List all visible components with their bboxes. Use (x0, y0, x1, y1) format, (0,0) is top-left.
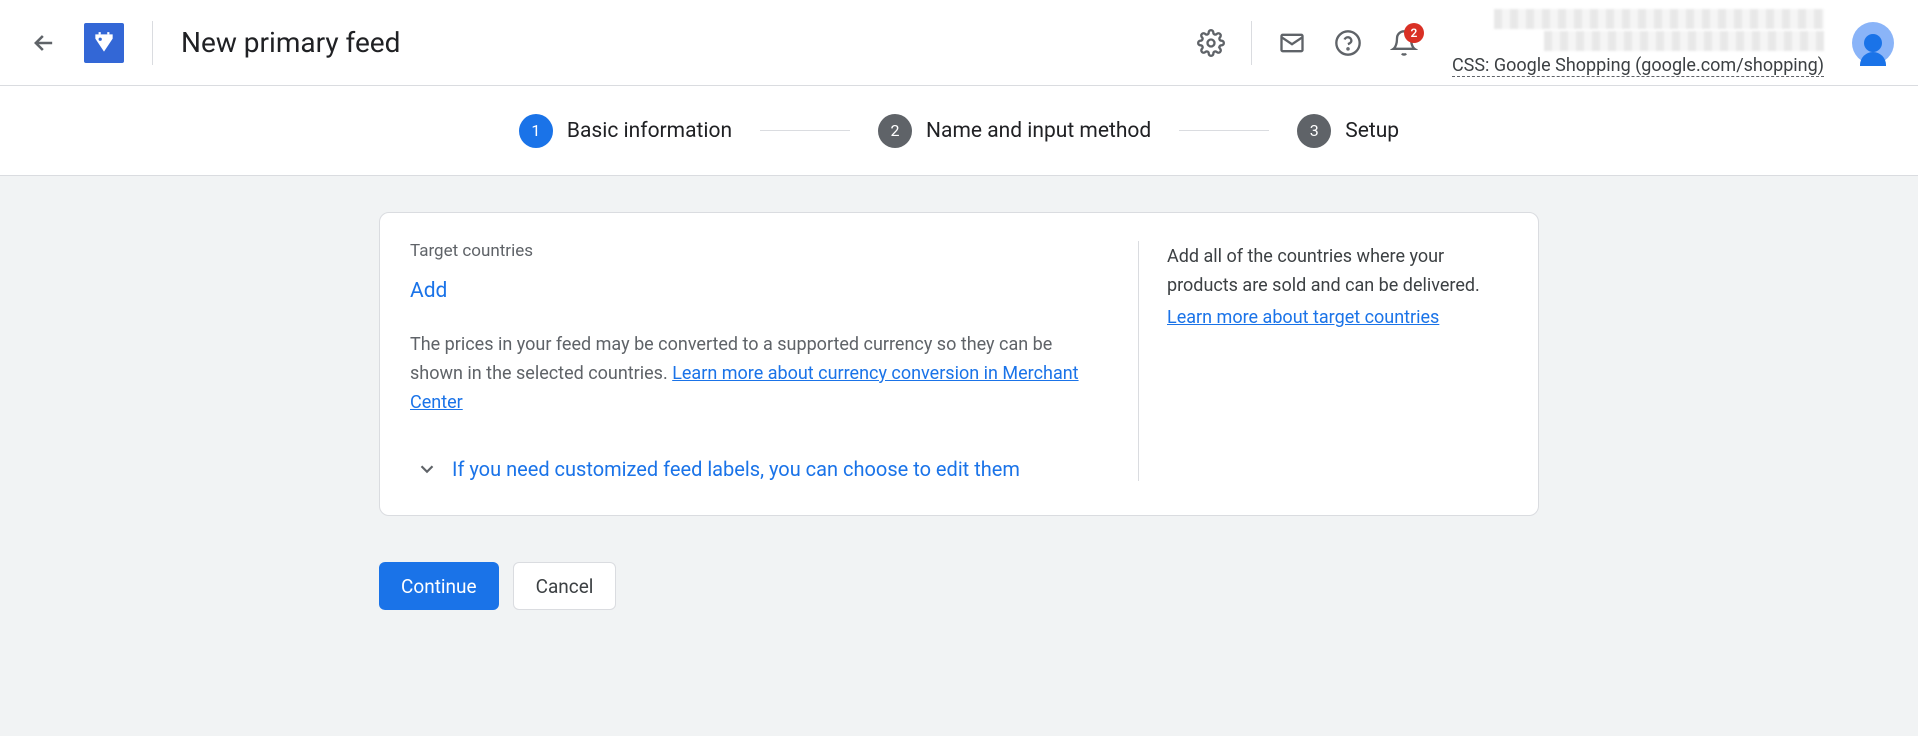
merchant-center-logo (84, 23, 124, 63)
step-connector (1179, 130, 1269, 131)
header-bar: New primary feed 2 CSS: Google Shopping … (0, 0, 1918, 86)
step-number: 1 (519, 114, 553, 148)
card-side-help: Add all of the countries where your prod… (1138, 241, 1508, 481)
arrow-left-icon (30, 29, 58, 57)
notifications-button[interactable]: 2 (1380, 19, 1428, 67)
gear-icon (1197, 29, 1225, 57)
settings-button[interactable] (1187, 19, 1235, 67)
help-icon (1334, 29, 1362, 57)
content-area: Target countries Add The prices in your … (0, 176, 1918, 736)
person-icon (1864, 34, 1882, 52)
feed-labels-expander[interactable]: If you need customized feed labels, you … (416, 457, 1098, 481)
account-avatar[interactable] (1852, 22, 1894, 64)
css-selector[interactable]: CSS: Google Shopping (google.com/shoppin… (1452, 55, 1824, 77)
step-label: Basic information (567, 119, 732, 143)
card-main: Target countries Add The prices in your … (410, 241, 1138, 481)
step-label: Name and input method (926, 119, 1151, 143)
notification-badge: 2 (1404, 23, 1424, 43)
tag-icon (91, 30, 117, 56)
expander-label: If you need customized feed labels, you … (452, 457, 1020, 481)
mail-icon (1278, 29, 1306, 57)
step-connector (760, 130, 850, 131)
page-title: New primary feed (181, 26, 400, 59)
step-number: 3 (1297, 114, 1331, 148)
stepper: 1 Basic information 2 Name and input met… (0, 86, 1918, 176)
header-left: New primary feed (24, 21, 400, 65)
currency-info-text: The prices in your feed may be converted… (410, 331, 1098, 417)
step-number: 2 (878, 114, 912, 148)
redacted-line (1494, 9, 1824, 29)
action-row: Continue Cancel (379, 562, 1539, 610)
divider (1251, 21, 1252, 65)
step-name-and-input[interactable]: 2 Name and input method (878, 114, 1151, 148)
target-countries-learn-more-link[interactable]: Learn more about target countries (1167, 307, 1439, 328)
field-label: Target countries (410, 241, 1098, 261)
chevron-down-icon (416, 458, 438, 480)
side-help-text: Add all of the countries where your prod… (1167, 243, 1508, 301)
redacted-line (1544, 31, 1824, 51)
divider (152, 21, 153, 65)
continue-button[interactable]: Continue (379, 562, 499, 610)
target-countries-card: Target countries Add The prices in your … (379, 212, 1539, 516)
step-basic-information[interactable]: 1 Basic information (519, 114, 732, 148)
header-right: 2 CSS: Google Shopping (google.com/shopp… (1187, 9, 1894, 77)
mail-button[interactable] (1268, 19, 1316, 67)
add-country-link[interactable]: Add (410, 279, 447, 303)
help-button[interactable] (1324, 19, 1372, 67)
account-info[interactable]: CSS: Google Shopping (google.com/shoppin… (1452, 9, 1824, 77)
back-button[interactable] (24, 23, 64, 63)
step-label: Setup (1345, 119, 1399, 143)
cancel-button[interactable]: Cancel (513, 562, 617, 610)
step-setup[interactable]: 3 Setup (1297, 114, 1399, 148)
